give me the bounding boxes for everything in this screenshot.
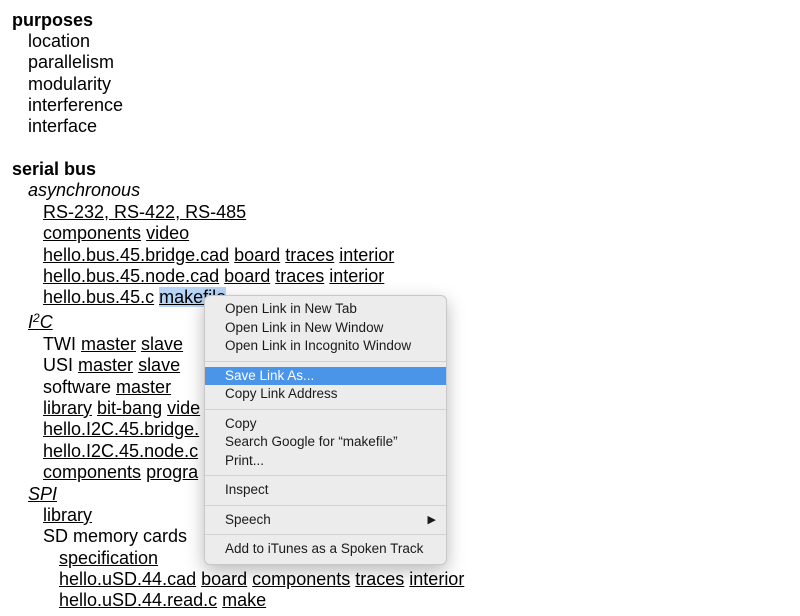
heading-serial-bus: serial bus [12,159,97,179]
link-board[interactable]: board [234,245,280,265]
link-library[interactable]: library [43,398,92,418]
context-menu: Open Link in New Tab Open Link in New Wi… [204,295,447,565]
menu-separator [205,360,446,362]
link-node-cad[interactable]: hello.bus.45.node.cad [43,266,219,286]
menu-item-save-link-as[interactable]: Save Link As... [205,366,446,385]
link-components[interactable]: components [252,569,350,589]
menu-item-speech[interactable]: Speech ▶ [205,511,446,530]
link-library[interactable]: library [43,505,92,525]
list-item: parallelism [28,52,115,72]
heading-purposes: purposes [12,10,94,30]
link-video[interactable]: video [146,223,189,243]
link-specification[interactable]: specification [59,548,158,568]
link-usd-cad[interactable]: hello.uSD.44.cad [59,569,196,589]
link-bit-bang[interactable]: bit-bang [97,398,162,418]
label-usi: USI [43,355,74,375]
menu-item-open-incognito[interactable]: Open Link in Incognito Window [205,337,446,356]
menu-separator [205,504,446,506]
menu-separator [205,475,446,476]
link-rs-standards[interactable]: RS-232, RS-422, RS-485 [43,202,246,222]
submenu-arrow-icon: ▶ [427,513,436,526]
link-board[interactable]: board [224,266,270,286]
menu-item-copy-link-address[interactable]: Copy Link Address [205,385,446,404]
link-i2c-bridge[interactable]: hello.I2C.45.bridge. [43,419,199,439]
link-interior[interactable]: interior [409,569,464,589]
link-interior[interactable]: interior [329,266,384,286]
label-sd-memory-cards: SD memory cards [43,526,188,546]
link-i2c[interactable]: I2C [28,312,53,332]
label-software: software [43,377,112,397]
menu-item-copy[interactable]: Copy [205,415,446,434]
menu-item-inspect[interactable]: Inspect [205,481,446,500]
menu-item-open-new-window[interactable]: Open Link in New Window [205,319,446,338]
link-master[interactable]: master [116,377,171,397]
link-components[interactable]: components [43,462,141,482]
menu-item-print[interactable]: Print... [205,452,446,471]
link-slave[interactable]: slave [141,334,183,354]
link-program[interactable]: progra [146,462,198,482]
subheading-asynchronous: asynchronous [28,180,141,200]
link-board[interactable]: board [201,569,247,589]
link-spi[interactable]: SPI [28,484,57,504]
menu-separator [205,408,446,410]
menu-item-search-google[interactable]: Search Google for “makefile” [205,433,446,452]
link-master[interactable]: master [78,355,133,375]
menu-item-add-to-itunes[interactable]: Add to iTunes as a Spoken Track [205,540,446,559]
list-item: location [28,31,91,51]
list-item: interference [28,95,124,115]
link-i2c-node[interactable]: hello.I2C.45.node.c [43,441,198,461]
link-usd-read[interactable]: hello.uSD.44.read.c [59,590,217,610]
link-make[interactable]: make [222,590,266,610]
menu-item-open-new-tab[interactable]: Open Link in New Tab [205,300,446,319]
list-item: modularity [28,74,112,94]
link-traces[interactable]: traces [355,569,404,589]
label-twi: TWI [43,334,76,354]
link-bridge-cad[interactable]: hello.bus.45.bridge.cad [43,245,229,265]
menu-separator [205,534,446,535]
link-traces[interactable]: traces [285,245,334,265]
link-slave[interactable]: slave [138,355,180,375]
link-bus-c[interactable]: hello.bus.45.c [43,287,154,307]
link-interior[interactable]: interior [339,245,394,265]
link-master[interactable]: master [81,334,136,354]
link-components[interactable]: components [43,223,141,243]
link-traces[interactable]: traces [275,266,324,286]
link-video[interactable]: vide [167,398,200,418]
list-item: interface [28,116,98,136]
